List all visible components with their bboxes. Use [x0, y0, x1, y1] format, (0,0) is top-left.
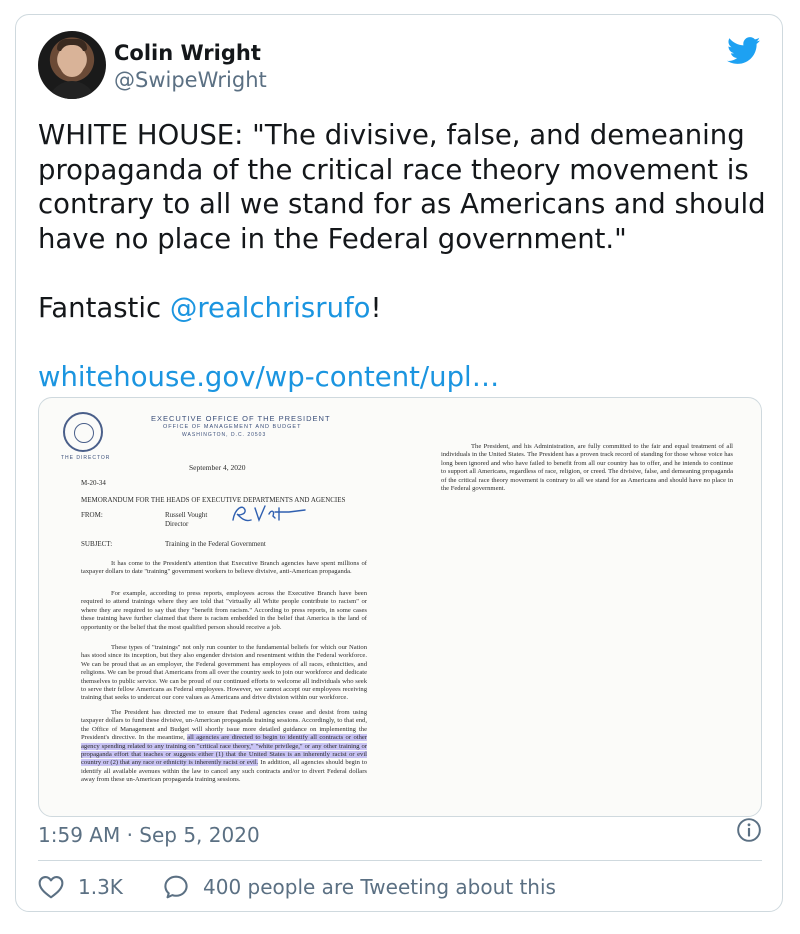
doc-page-two-paragraph: The President, and his Administration, a…	[441, 443, 733, 493]
doc-memo-number: M-20-34	[81, 479, 106, 487]
tweet-text-fragment: !	[370, 291, 382, 324]
memo-document: EXECUTIVE OFFICE OF THE PRESIDENT OFFICE…	[39, 398, 761, 816]
mention-link[interactable]: @realchrisrufo	[170, 292, 371, 324]
doc-header: EXECUTIVE OFFICE OF THE PRESIDENT	[151, 414, 331, 423]
signature	[232, 505, 306, 522]
doc-paragraph: It has come to the President's attention…	[81, 560, 367, 576]
tweet-text-fragment: Fantastic	[38, 291, 170, 324]
tweet-timestamp[interactable]: 1:59 AM · Sep 5, 2020	[38, 823, 260, 847]
tweet-line: WHITE HOUSE: "The divisive, false, and d…	[38, 119, 745, 151]
author-handle[interactable]: @SwipeWright	[114, 68, 267, 92]
author-name[interactable]: Colin Wright	[114, 41, 261, 65]
avatar[interactable]	[38, 31, 106, 99]
conversation-link[interactable]: 400 people are Tweeting about this	[203, 875, 556, 899]
doc-from-label: FROM:	[81, 511, 103, 519]
doc-address: WASHINGTON, D.C. 20503	[182, 432, 267, 438]
doc-subject-label: SUBJECT:	[81, 540, 113, 548]
twitter-bird-icon[interactable]	[727, 37, 761, 65]
doc-from: Russell Vought Director	[165, 511, 225, 529]
tweet-body: WHITE HOUSE: "The divisive, false, and d…	[38, 118, 768, 394]
doc-subheader: OFFICE OF MANAGEMENT AND BUDGET	[163, 424, 302, 430]
doc-date: September 4, 2020	[189, 463, 246, 472]
doc-from-title: Director	[165, 520, 189, 528]
doc-paragraph: The President has directed me to ensure …	[81, 709, 367, 785]
speech-bubble-icon[interactable]	[163, 874, 189, 900]
doc-paragraph: For example, according to press reports,…	[81, 590, 367, 631]
heart-icon[interactable]	[38, 875, 64, 899]
divider	[38, 860, 762, 861]
attached-image[interactable]: EXECUTIVE OFFICE OF THE PRESIDENT OFFICE…	[38, 397, 762, 817]
info-icon[interactable]	[736, 817, 762, 843]
doc-from-name: Russell Vought	[165, 511, 208, 519]
like-count[interactable]: 1.3K	[78, 875, 123, 899]
tweet-line: contrary to all we stand for as American…	[38, 188, 766, 220]
tweet-line: have no place in the Federal government.…	[38, 222, 627, 255]
tweet-card: Colin Wright @SwipeWright WHITE HOUSE: "…	[15, 14, 783, 912]
doc-subject: Training in the Federal Government	[165, 540, 266, 548]
tweet-line: propaganda of the critical race theory m…	[38, 153, 749, 186]
doc-director-label: THE DIRECTOR	[61, 455, 111, 461]
url-link[interactable]: whitehouse.gov/wp-content/upl…	[38, 360, 768, 395]
presidential-seal-icon	[63, 412, 103, 452]
doc-paragraph: These types of "trainings" not only run …	[81, 644, 367, 702]
